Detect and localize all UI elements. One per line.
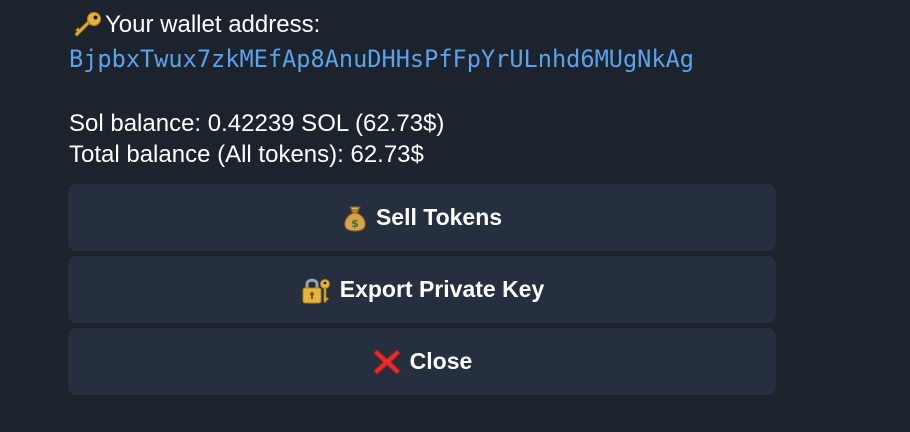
key-icon <box>69 11 105 39</box>
sell-tokens-label: Sell Tokens <box>375 204 503 230</box>
export-private-key-label: Export Private Key <box>339 276 545 302</box>
svg-text:$: $ <box>351 217 359 230</box>
wallet-title: Your wallet address: <box>105 11 321 38</box>
wallet-address-link[interactable]: BjpbxTwux7zkMEfAp8AnuDHHsPfFpYrULnhd6MUg… <box>69 43 694 75</box>
locked-with-key-icon <box>300 275 332 305</box>
export-private-key-button[interactable]: Export Private Key <box>68 256 776 323</box>
sol-balance-text: Sol balance: 0.42239 SOL (62.73$) <box>69 110 445 137</box>
total-balance-text: Total balance (All tokens): 62.73$ <box>69 141 424 168</box>
sell-tokens-button[interactable]: $ Sell Tokens <box>68 184 776 251</box>
close-button[interactable]: Close <box>68 328 776 395</box>
cross-mark-icon <box>372 347 402 377</box>
close-label: Close <box>409 348 473 374</box>
wallet-title-line: Your wallet address: <box>69 9 320 41</box>
money-bag-icon: $ <box>342 204 368 232</box>
